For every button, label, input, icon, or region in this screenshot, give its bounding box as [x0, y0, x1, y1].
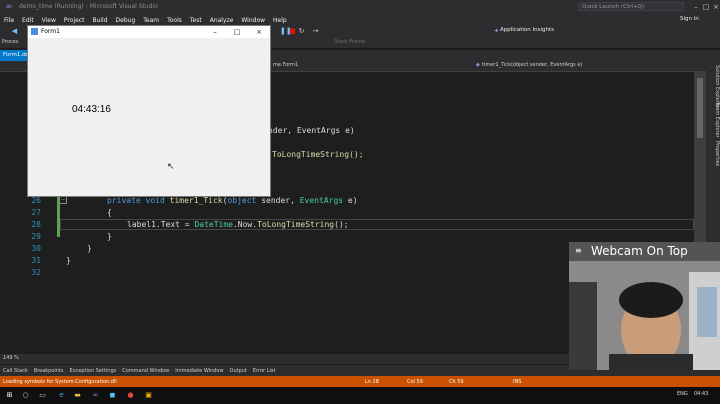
form1-minimize-button[interactable]: –: [210, 27, 220, 37]
menu-team[interactable]: Team: [139, 17, 163, 24]
window-title: demo_time (Running) - Microsoft Visual S…: [19, 3, 158, 10]
maximize-button[interactable]: □: [701, 2, 711, 12]
edge-icon[interactable]: e: [57, 391, 66, 400]
menu-view[interactable]: View: [38, 17, 60, 24]
start-icon[interactable]: ⊞: [5, 391, 14, 400]
code-partial-line: nder, EventArgs e): [268, 126, 355, 135]
collapse-icon[interactable]: −: [59, 196, 67, 204]
code-line-assignment: label1.Text = DateTime.Now.ToLongTimeStr…: [127, 220, 349, 229]
clock[interactable]: 04:43: [694, 391, 708, 397]
form1-maximize-button[interactable]: □: [232, 27, 242, 37]
code-line-brace: }: [107, 232, 112, 241]
mouse-pointer-icon: ↖: [167, 162, 175, 172]
stop-icon[interactable]: ■: [289, 28, 296, 35]
code-line-brace: }: [66, 256, 71, 265]
status-bar: Loading symbols for System.Configuration…: [0, 376, 720, 387]
tab-exception-settings[interactable]: Exception Settings: [67, 368, 120, 374]
running-app-icon[interactable]: ▣: [144, 391, 153, 400]
form1-window[interactable]: [27, 25, 271, 197]
task-view-icon[interactable]: ▭: [38, 391, 47, 400]
menu-test[interactable]: Test: [186, 17, 206, 24]
status-message: Loading symbols for System.Configuration…: [3, 379, 117, 385]
menu-help[interactable]: Help: [269, 17, 291, 24]
file-explorer-icon[interactable]: ▬: [73, 391, 82, 400]
menu-window[interactable]: Window: [237, 17, 269, 24]
tab-immediate-window[interactable]: Immediate Window: [172, 368, 226, 374]
team-explorer-tab[interactable]: Team Explorer: [706, 100, 720, 140]
stack-frame-label: Stack Frame:: [334, 39, 367, 45]
menu-project[interactable]: Project: [60, 17, 89, 24]
webcam-title: Webcam On Top: [591, 244, 688, 258]
scrollbar-thumb[interactable]: [697, 78, 703, 138]
quick-launch-input[interactable]: Quick Launch (Ctrl+Q): [578, 2, 684, 11]
pause-icon[interactable]: ❚❚: [280, 28, 292, 35]
tab-output[interactable]: Output: [227, 368, 250, 374]
tab-command-window[interactable]: Command Window: [119, 368, 172, 374]
tab-breakpoints[interactable]: Breakpoints: [31, 368, 67, 374]
process-label: Proces: [2, 39, 19, 45]
webcam-image: [569, 242, 720, 370]
class-dropdown[interactable]: me.Form1: [273, 62, 298, 68]
status-col: Col 59: [407, 379, 423, 385]
visual-studio-logo-icon: ∞: [5, 2, 13, 12]
status-ins: INS: [513, 379, 522, 385]
line-number: 30: [31, 244, 41, 253]
form-icon: [31, 28, 38, 35]
line-number: 28: [31, 220, 41, 229]
minimize-button[interactable]: –: [691, 2, 701, 12]
hamburger-menu-icon[interactable]: ≡: [575, 247, 583, 255]
webcam-feed[interactable]: [569, 242, 720, 370]
menu-build[interactable]: Build: [88, 17, 111, 24]
application-insights-button[interactable]: Application Insights: [500, 27, 554, 33]
app-icon[interactable]: ●: [126, 391, 135, 400]
form1-title: Form1: [41, 28, 60, 35]
close-window-button[interactable]: ×: [711, 2, 720, 12]
restart-icon[interactable]: ↻: [298, 28, 305, 35]
member-dropdown[interactable]: timer1_Tick(object sender, EventArgs e): [482, 62, 582, 68]
language-indicator[interactable]: ENG: [677, 391, 688, 397]
menu-analyze[interactable]: Analyze: [206, 17, 238, 24]
line-number: 26: [31, 196, 41, 205]
line-number: 31: [31, 256, 41, 265]
menu-edit[interactable]: Edit: [18, 17, 38, 24]
visual-studio-icon[interactable]: ∞: [91, 391, 100, 400]
menu-debug[interactable]: Debug: [112, 17, 140, 24]
line-number: 29: [31, 232, 41, 241]
line-number: 27: [31, 208, 41, 217]
status-line: Ln 28: [365, 379, 379, 385]
zoom-level[interactable]: 149 %: [3, 355, 19, 361]
sign-in-link[interactable]: Sign in: [680, 16, 699, 22]
tab-call-stack[interactable]: Call Stack: [0, 368, 31, 374]
tab-error-list[interactable]: Error List: [250, 368, 279, 374]
code-line-brace: }: [87, 244, 92, 253]
properties-tab[interactable]: Properties: [706, 140, 720, 168]
time-label: 04:43:16: [72, 104, 111, 115]
code-line-method-signature: private void timer1_Tick(object sender, …: [107, 196, 358, 205]
show-next-statement-icon[interactable]: →: [312, 28, 319, 35]
menu-file[interactable]: File: [0, 17, 18, 24]
store-icon[interactable]: ◼: [108, 391, 117, 400]
lightbulb-icon: ✦: [493, 27, 500, 35]
line-number: 32: [31, 268, 41, 277]
menu-tools[interactable]: Tools: [163, 17, 186, 24]
code-partial-line: ToLongTimeString();: [272, 150, 364, 159]
form1-close-button[interactable]: ×: [254, 27, 264, 37]
status-ch: Ch 59: [449, 379, 464, 385]
code-line-brace: {: [107, 208, 112, 217]
search-icon[interactable]: ○: [21, 391, 30, 400]
back-icon[interactable]: ◀: [11, 28, 18, 35]
